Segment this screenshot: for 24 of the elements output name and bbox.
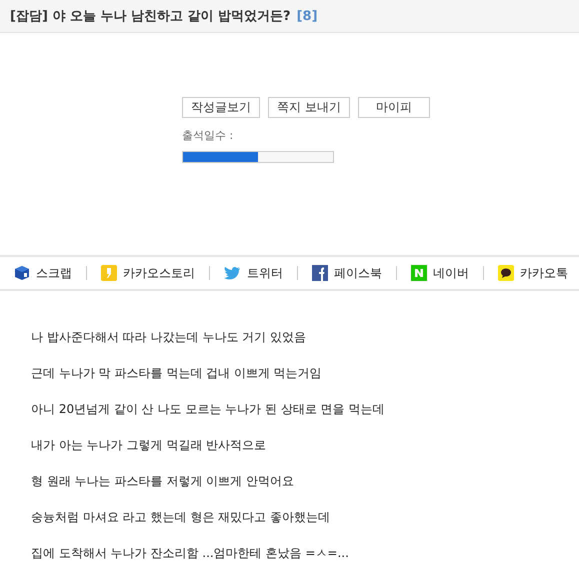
body-text: 집에 도착해서 누나가 잔소리함 ...엄마한테 혼났음 =ㅅ=... bbox=[31, 545, 350, 561]
cube-icon bbox=[14, 265, 30, 281]
share-link[interactable]: 카카오스토리 bbox=[101, 264, 195, 282]
profile-button[interactable]: 쪽지 보내기 bbox=[268, 97, 350, 118]
body-text: 나 밥사준다해서 따라 나갔는데 누나도 거기 있었음 bbox=[31, 329, 307, 345]
share-link[interactable]: 스크랩 bbox=[14, 264, 72, 282]
body-text: 형 원래 누나는 파스타를 저렇게 이쁘게 안먹어요 bbox=[31, 473, 295, 489]
share-link[interactable]: 네이버 bbox=[411, 264, 469, 282]
body-text: 아니 20년넘게 같이 산 나도 모르는 누나가 된 상태로 면을 먹는데 bbox=[31, 401, 386, 417]
profile-button[interactable]: 작성글보기 bbox=[182, 97, 260, 118]
share-link[interactable]: 트위터 bbox=[224, 264, 283, 282]
naver-icon bbox=[411, 265, 427, 281]
post-title: [잡담] 야 오늘 누나 남친하고 같이 밥먹었거든? bbox=[10, 8, 291, 25]
share-link[interactable]: 페이스북 bbox=[312, 264, 382, 282]
body-text: 근데 누나가 막 파스타를 먹는데 겁내 이쁘게 먹는거임 bbox=[31, 365, 323, 381]
kakaostory-icon bbox=[101, 265, 117, 281]
facebook-icon bbox=[312, 265, 328, 281]
attendance-label: 출석일수 : bbox=[182, 128, 234, 143]
bird-icon bbox=[224, 266, 241, 280]
profile-button[interactable]: 마이피 bbox=[358, 97, 430, 118]
body-text: 숭늉처럼 마셔요 라고 했는데 형은 재밌다고 좋아했는데 bbox=[31, 509, 331, 525]
body-text: 내가 아는 누나가 그렇게 먹길래 반사적으로 bbox=[31, 437, 268, 453]
share-link[interactable]: 카카오톡 bbox=[498, 264, 568, 282]
kakaotalk-icon bbox=[498, 265, 514, 281]
